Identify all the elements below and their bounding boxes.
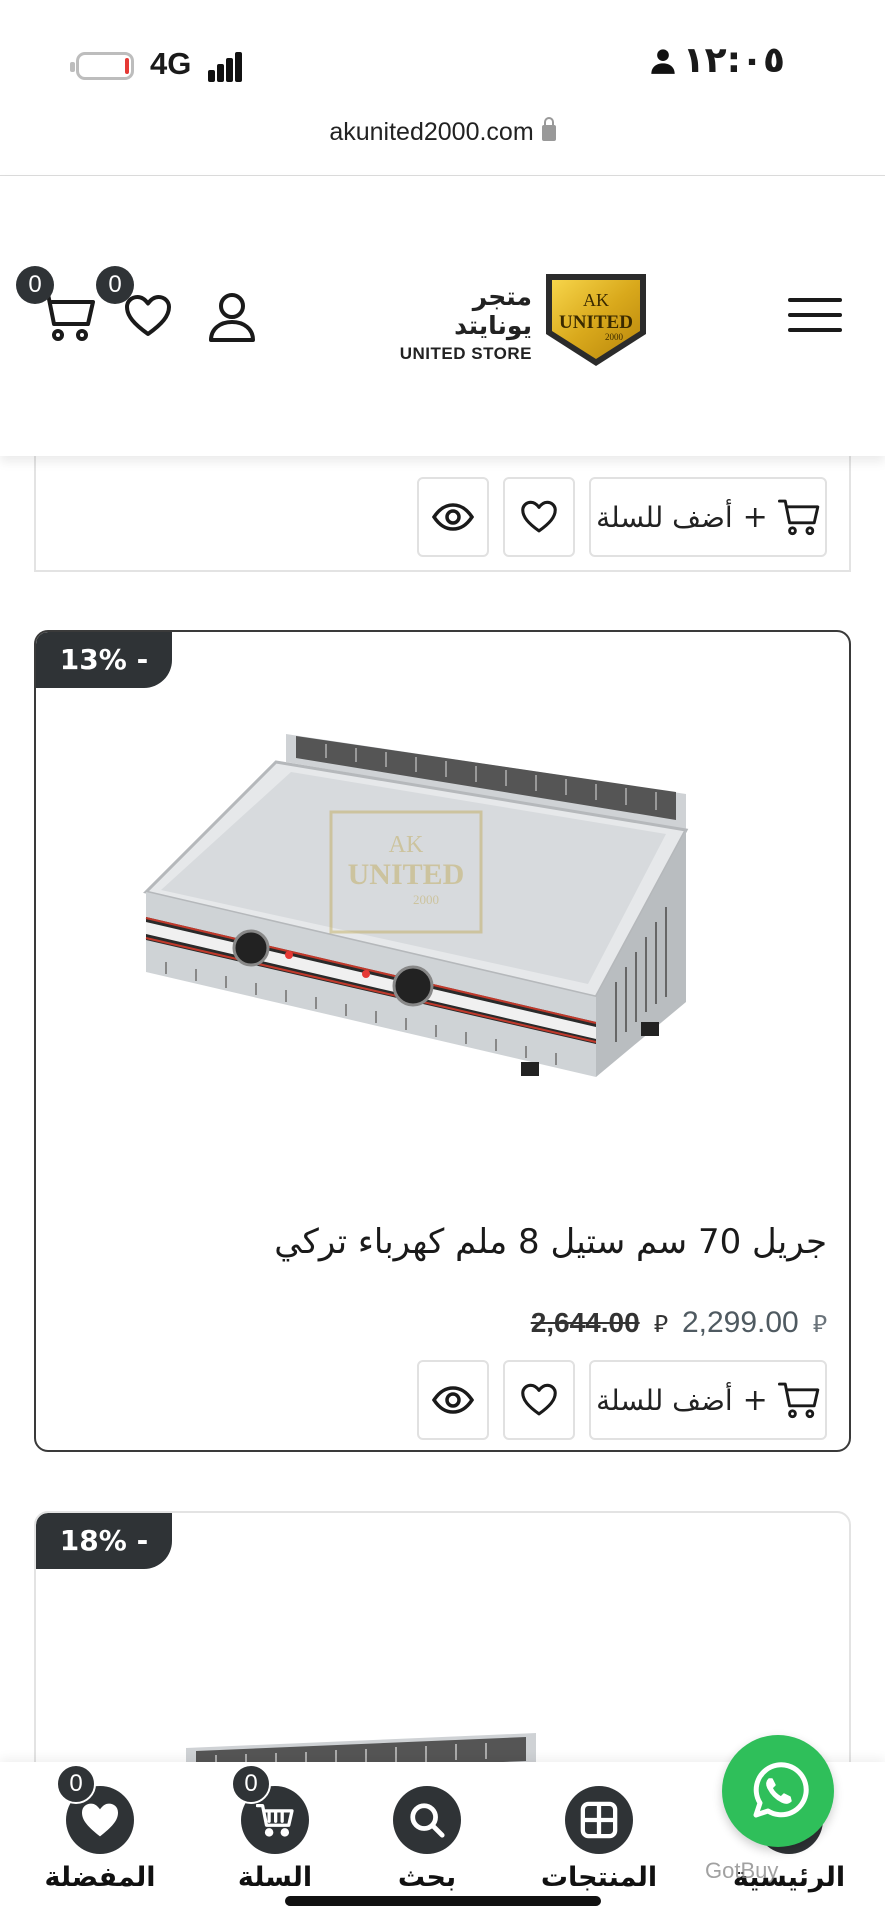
nav-label: المنتجات (540, 1862, 658, 1893)
svg-text:AK: AK (583, 290, 609, 310)
user-icon (209, 293, 255, 342)
svg-text:AK: AK (389, 832, 424, 858)
store-logo-text[interactable]: متجر يونايتد UNITED STORE (398, 282, 532, 364)
nav-search-circle (393, 1786, 461, 1854)
heart-icon (521, 1383, 557, 1416)
cart-icon (777, 1382, 820, 1419)
cart-icon (777, 499, 820, 536)
battery-icon (70, 52, 134, 80)
nav-label: المفضلة (44, 1862, 156, 1893)
address-bar[interactable]: akunited2000.com (0, 117, 885, 147)
url-text: akunited2000.com (329, 118, 534, 146)
eye-icon (432, 1386, 474, 1414)
plus-icon: + (742, 1382, 768, 1418)
price-current: 2,299.00 (681, 1306, 799, 1339)
heart-icon (82, 1803, 118, 1837)
logo-arabic-name: متجر يونايتد (454, 282, 532, 340)
store-logo[interactable]: AK UNITED 2000 (544, 272, 648, 368)
home-indicator[interactable] (285, 1896, 601, 1906)
add-to-wishlist-button[interactable] (503, 1360, 575, 1440)
person-icon (651, 48, 675, 74)
nav-label: السلة (237, 1862, 313, 1893)
currency-icon: ⃁ (812, 1309, 827, 1338)
header-cart-badge: 0 (16, 266, 54, 304)
svg-text:2000: 2000 (413, 892, 439, 907)
add-to-cart-label: أضف للسلة (596, 1383, 733, 1417)
nav-favorites-circle: 0 (56, 1764, 134, 1854)
whatsapp-icon (753, 1762, 809, 1818)
svg-text:2000: 2000 (605, 332, 624, 342)
nav-cart-circle: 0 (231, 1764, 309, 1854)
whatsapp-button[interactable] (722, 1735, 834, 1847)
cart-icon (256, 1803, 294, 1837)
plus-icon: + (742, 499, 768, 535)
network-type: 4G (150, 46, 192, 81)
favorites-badge: 0 (56, 1764, 96, 1804)
header-wishlist-button[interactable]: 0 (96, 266, 172, 342)
grid-icon (580, 1801, 618, 1839)
hamburger-menu-button[interactable] (788, 298, 842, 334)
lock-icon (541, 117, 556, 141)
heart-icon (125, 295, 171, 336)
product-image[interactable]: AK UNITED 2000 (126, 722, 766, 1082)
discount-badge: - 13% (36, 632, 172, 688)
product-title[interactable]: جريل 70 سم ستيل 8 ملم كهرباء تركي (274, 1222, 827, 1262)
product-actions: أضف للسلة + (417, 477, 827, 557)
product-card-previous: أضف للسلة + (34, 456, 851, 572)
quick-view-button[interactable] (417, 477, 489, 557)
add-to-cart-button[interactable]: أضف للسلة + (589, 477, 827, 557)
logo-english-name: UNITED STORE (399, 344, 532, 363)
add-to-cart-button[interactable]: أضف للسلة + (589, 1360, 827, 1440)
clock-time: ١٢:٠٥ (682, 40, 785, 81)
heart-icon (521, 500, 557, 533)
add-to-cart-label: أضف للسلة (596, 500, 733, 534)
eye-icon (432, 503, 474, 531)
svg-text:UNITED: UNITED (348, 858, 465, 891)
currency-icon: ⃁ (653, 1309, 668, 1338)
product-card[interactable]: - 13% AK UNITED 2000 جريل 70 سم ستيل 8 م… (34, 630, 851, 1452)
header-wishlist-badge: 0 (96, 266, 134, 304)
price-original: 2,644.00 (530, 1307, 640, 1338)
add-to-wishlist-button[interactable] (503, 477, 575, 557)
status-bar: 4G ١٢:٠٥ (0, 0, 885, 120)
nav-item-cart[interactable]: 0 السلة (210, 1764, 340, 1893)
nav-item-search[interactable]: بحث (362, 1786, 492, 1893)
signal-icon (208, 50, 252, 82)
header-account-button[interactable] (208, 292, 256, 346)
svg-text:UNITED: UNITED (559, 312, 633, 333)
watermark-text: GotBuy (705, 1858, 779, 1883)
product-actions: أضف للسلة + (417, 1360, 827, 1440)
nav-label: بحث (397, 1862, 457, 1893)
quick-view-button[interactable] (417, 1360, 489, 1440)
discount-badge: - 18% (36, 1513, 172, 1569)
status-clock: ١٢:٠٥ (649, 40, 785, 81)
search-icon (410, 1803, 445, 1838)
nav-item-products[interactable]: المنتجات (534, 1786, 664, 1893)
price-row: ⃁ 2,299.00 ⃁ 2,644.00 (531, 1306, 827, 1340)
nav-products-circle (565, 1786, 633, 1854)
nav-item-favorites[interactable]: 0 المفضلة (35, 1764, 165, 1893)
header-cart-button[interactable]: 0 (16, 266, 96, 346)
cart-badge: 0 (231, 1764, 271, 1804)
